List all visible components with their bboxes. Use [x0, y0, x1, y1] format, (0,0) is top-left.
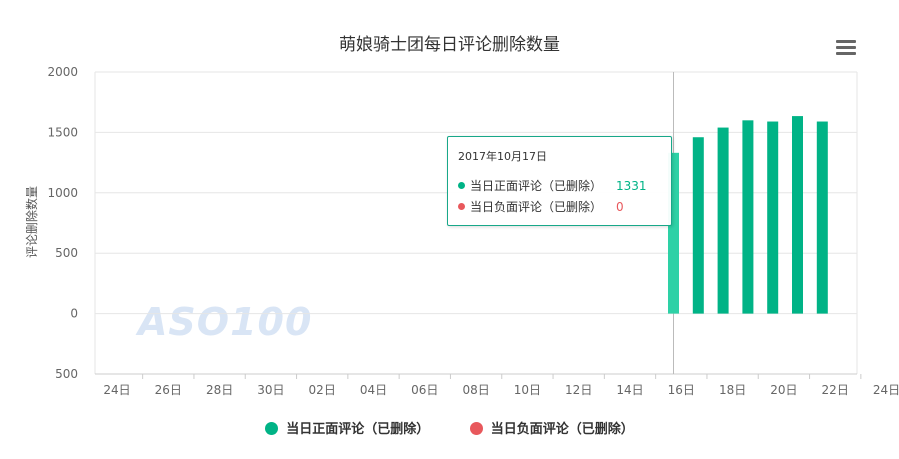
x-tick-label: 24日: [103, 383, 130, 397]
x-tick-label: 30日: [257, 383, 284, 397]
chart-plot: 2000 1500 1000 500 0 500 24日 26日 28日 30日 02日 04日 06…: [24, 65, 899, 397]
x-tick-label: 10日: [514, 383, 541, 397]
x-tick-label: 14日: [616, 383, 643, 397]
chart-legend: 当日正面评论（已删除） 当日负面评论（已删除）: [0, 418, 899, 437]
y-tick-label: 0: [70, 307, 78, 321]
legend-item-positive[interactable]: 当日正面评论（已删除）: [265, 418, 429, 437]
legend-label-positive: 当日正面评论（已删除）: [286, 422, 430, 437]
x-tick-label: 12日: [565, 383, 592, 397]
y-tick-label: 2000: [47, 65, 78, 79]
y-tick-label: 1000: [47, 186, 78, 200]
x-tick-label: 02日: [309, 383, 336, 397]
x-tick-label: 04日: [360, 383, 387, 397]
x-tick-label: 20日: [770, 383, 797, 397]
y-axis-title: 评论删除数量: [24, 186, 39, 258]
x-tick-label: 08日: [462, 383, 489, 397]
chart-tooltip: 2017年10月17日 当日正面评论（已删除） 1331 当日负面评论（已删除） 0: [447, 136, 672, 226]
legend-dot-positive: [265, 422, 279, 435]
bar-positive[interactable]: [767, 121, 779, 314]
tooltip-label-positive: 当日正面评论（已删除）: [470, 179, 603, 193]
x-tick-label: 18日: [719, 383, 746, 397]
x-tick-label: 26日: [155, 383, 182, 397]
x-tick-label: 22日: [822, 383, 849, 397]
bar-positive[interactable]: [816, 121, 828, 314]
tooltip-row-negative: 当日负面评论（已删除） 0: [458, 198, 624, 215]
tooltip-value-positive: 1331: [616, 179, 647, 193]
y-tick-label: 500: [55, 246, 78, 260]
bar-positive[interactable]: [792, 116, 803, 314]
y-tick-label: 1500: [47, 125, 78, 139]
bar-positive[interactable]: [742, 120, 754, 314]
legend-item-negative[interactable]: 当日负面评论（已删除）: [469, 418, 634, 437]
x-tick-label: 16日: [668, 383, 695, 397]
x-tick-label: 06日: [411, 383, 438, 397]
tooltip-row-positive: 当日正面评论（已删除） 1331: [458, 177, 647, 194]
y-tick-label: 500: [55, 367, 78, 381]
tooltip-date: 2017年10月17日: [458, 150, 547, 163]
tooltip-value-negative: 0: [616, 200, 624, 214]
bar-positive[interactable]: [692, 137, 704, 314]
tooltip-label-negative: 当日负面评论（已删除）: [470, 200, 603, 214]
tooltip-dot-positive: [458, 182, 465, 189]
bar-positive[interactable]: [717, 127, 729, 314]
x-tick-label: 24日: [873, 383, 899, 397]
legend-dot-negative: [469, 422, 483, 435]
x-tick-label: 28日: [206, 383, 233, 397]
legend-label-negative: 当日负面评论（已删除）: [490, 422, 634, 437]
tooltip-dot-negative: [458, 203, 465, 210]
